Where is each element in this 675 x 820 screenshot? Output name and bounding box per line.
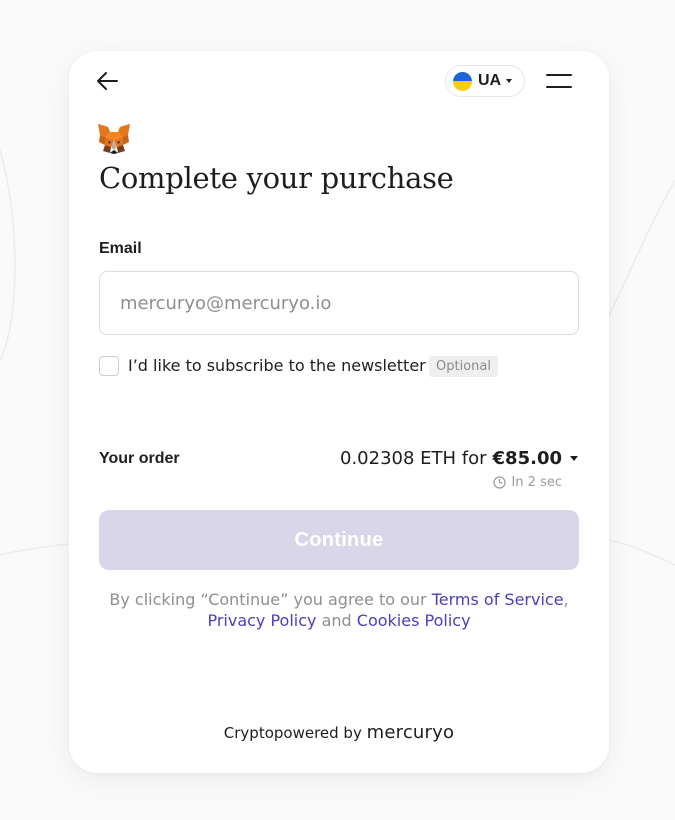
newsletter-checkbox[interactable] xyxy=(99,356,119,376)
terms-and: and xyxy=(316,611,357,630)
back-button[interactable] xyxy=(95,68,121,94)
terms-of-service-link[interactable]: Terms of Service xyxy=(432,590,564,609)
terms-prefix: By clicking “Continue” you agree to our xyxy=(109,590,432,609)
email-field[interactable] xyxy=(99,271,579,335)
order-label: Your order xyxy=(99,450,180,467)
timer-text: In 2 sec xyxy=(511,475,562,490)
menu-button[interactable] xyxy=(546,72,572,90)
optional-badge: Optional xyxy=(429,356,498,377)
email-label: Email xyxy=(99,240,142,257)
cookies-policy-link[interactable]: Cookies Policy xyxy=(357,611,471,630)
rate-timer: In 2 sec xyxy=(493,475,562,490)
footer: Cryptopowered by mercuryo xyxy=(69,722,609,743)
arrow-left-icon xyxy=(97,72,118,90)
order-summary-dropdown[interactable]: 0.02308 ETH for €85.00 xyxy=(340,448,578,469)
language-code: UA xyxy=(478,72,502,89)
footer-prefix: Cryptopowered by xyxy=(223,724,362,742)
language-selector[interactable]: UA xyxy=(445,65,525,97)
crypto-amount: 0.02308 ETH for xyxy=(340,448,487,469)
ukraine-flag-icon xyxy=(453,71,472,91)
page-title: Complete your purchase xyxy=(99,161,454,195)
clock-icon xyxy=(493,476,507,489)
terms-notice: By clicking “Continue” you agree to our … xyxy=(99,589,579,631)
continue-button[interactable]: Continue xyxy=(99,510,579,570)
metamask-fox-icon xyxy=(98,124,130,154)
newsletter-label[interactable]: I’d like to subscribe to the newsletter xyxy=(128,356,426,375)
fiat-amount: €85.00 xyxy=(492,448,562,469)
chevron-down-icon xyxy=(570,456,578,461)
checkout-card: UA Complete your purchase Email I’d like… xyxy=(69,51,609,773)
mercuryo-logo: mercuryo xyxy=(366,722,455,743)
privacy-policy-link[interactable]: Privacy Policy xyxy=(207,611,316,630)
chevron-down-icon xyxy=(506,79,513,83)
terms-comma: , xyxy=(563,590,569,609)
